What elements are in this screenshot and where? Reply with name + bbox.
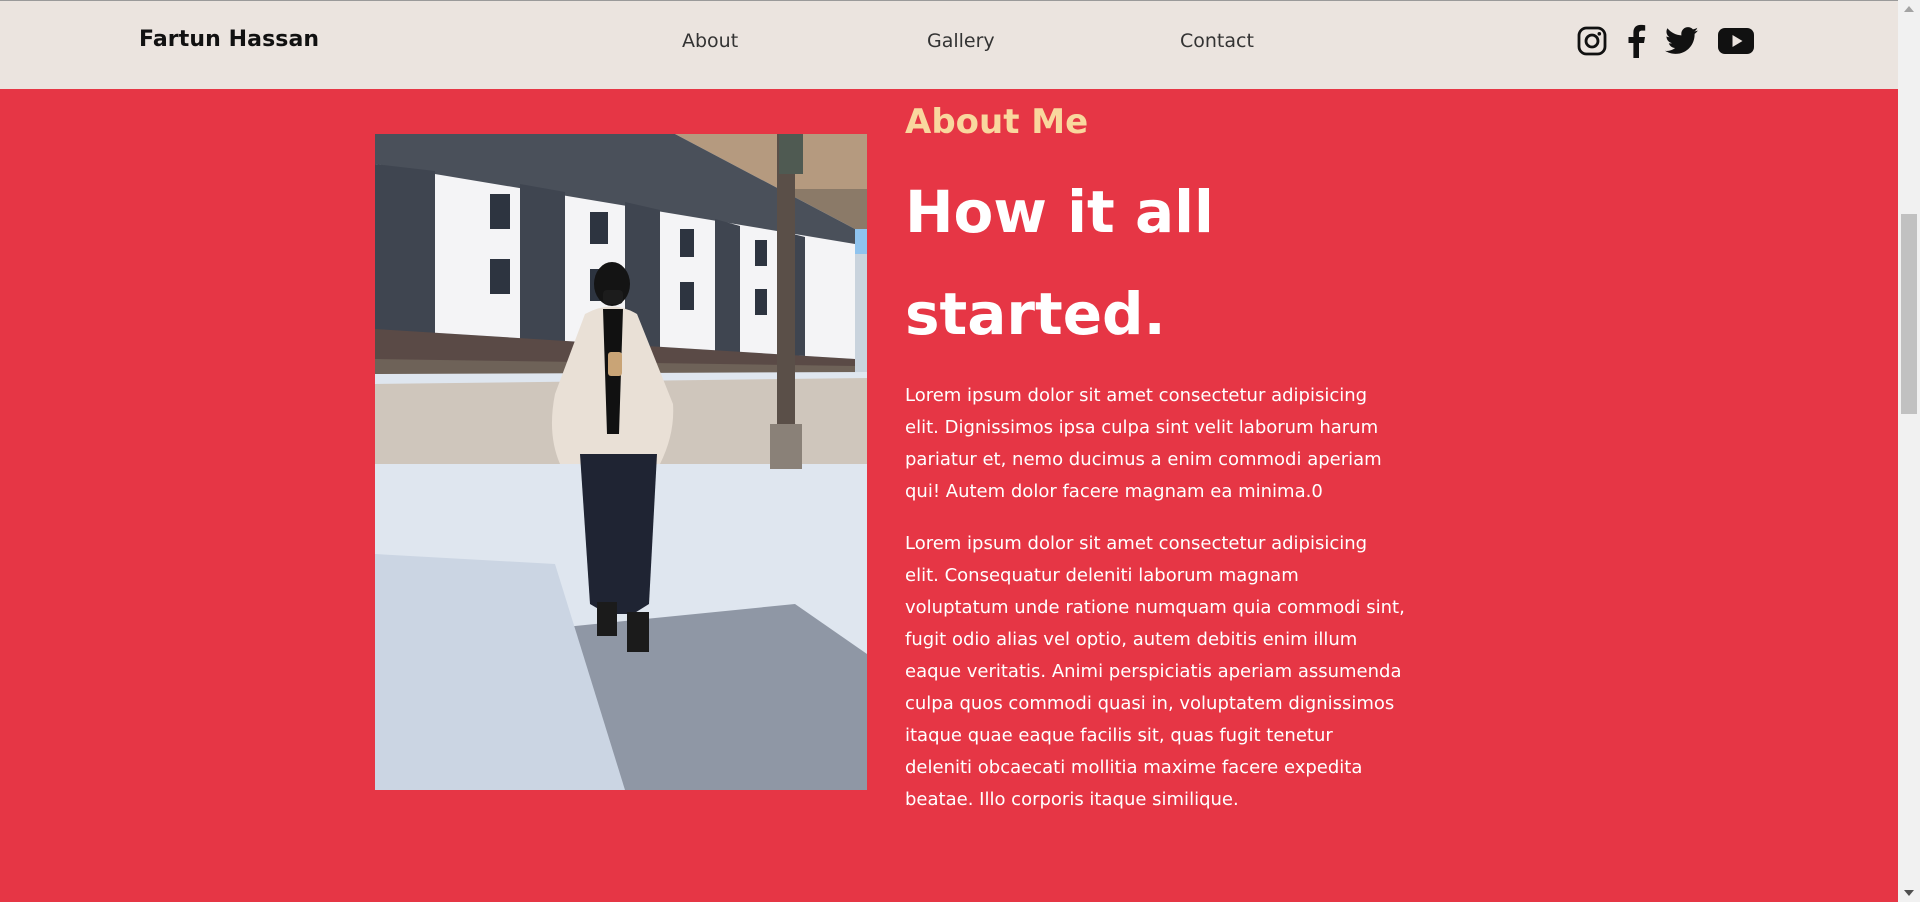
scroll-down-arrow-icon[interactable] — [1904, 890, 1914, 896]
youtube-icon[interactable] — [1718, 25, 1754, 57]
profile-photo — [375, 134, 867, 790]
about-paragraph-2: Lorem ipsum dolor sit amet consectetur a… — [905, 533, 1405, 810]
vertical-scrollbar[interactable] — [1898, 0, 1920, 902]
brand-name[interactable]: Fartun Hassan — [139, 27, 319, 52]
scrollbar-thumb[interactable] — [1901, 214, 1917, 414]
site-header: Fartun Hassan About Gallery Contact — [0, 1, 1898, 89]
twitter-icon[interactable] — [1665, 25, 1699, 57]
nav-link-gallery[interactable]: Gallery — [927, 30, 995, 52]
nav-link-contact[interactable]: Contact — [1180, 30, 1254, 52]
section-headline: How it all started. — [905, 178, 1214, 348]
facebook-icon[interactable] — [1624, 24, 1648, 58]
about-section: About Me How it all started. Lorem ipsum… — [0, 89, 1898, 902]
scroll-up-arrow-icon[interactable] — [1904, 6, 1914, 12]
nav-link-about[interactable]: About — [682, 30, 738, 52]
section-eyebrow: About Me — [905, 102, 1089, 142]
instagram-icon[interactable] — [1577, 25, 1607, 57]
about-paragraph-1: Lorem ipsum dolor sit amet consectetur a… — [905, 385, 1382, 502]
